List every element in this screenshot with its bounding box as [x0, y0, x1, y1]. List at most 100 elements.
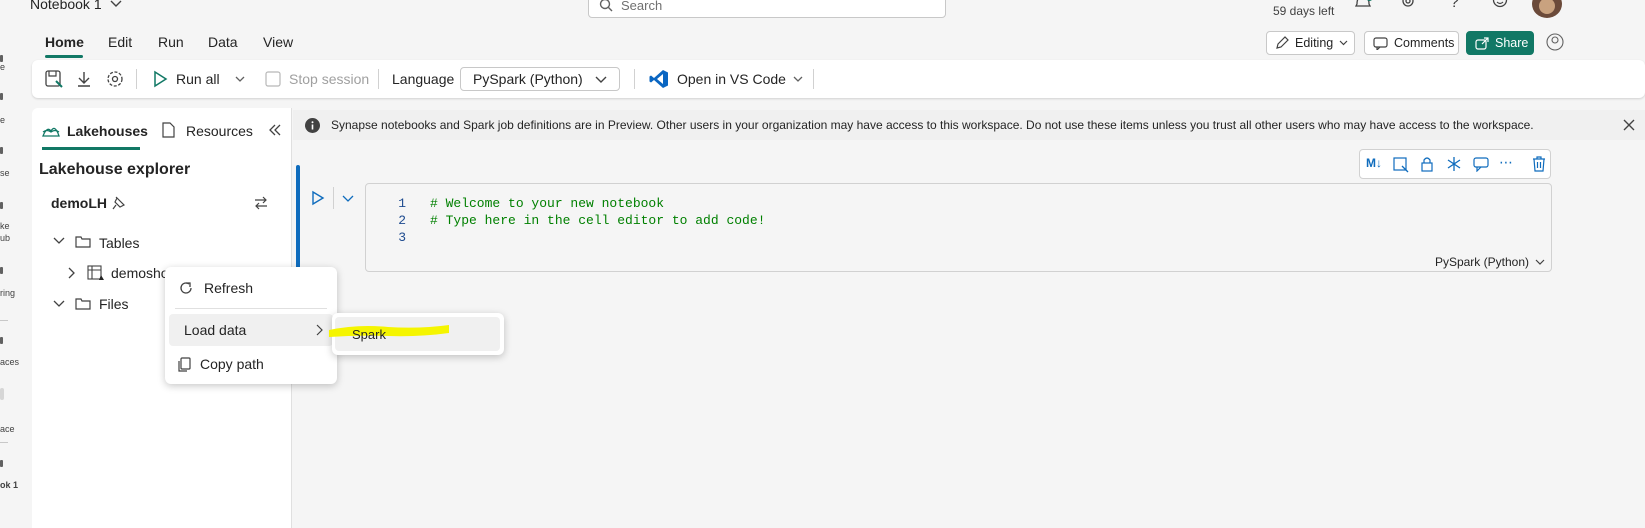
tab-resources[interactable]: Resources: [186, 123, 253, 139]
tree-item-table[interactable]: demosho: [111, 265, 169, 281]
feedback-smiley-icon[interactable]: [1492, 0, 1508, 10]
run-all-label: Run all: [176, 71, 220, 87]
code-line[interactable]: # Welcome to your new notebook: [430, 196, 664, 211]
rail-icon[interactable]: [0, 267, 3, 274]
rail-label: e: [0, 62, 6, 72]
tab-edit[interactable]: Edit: [108, 34, 132, 50]
chevron-down-icon[interactable]: [342, 195, 354, 203]
left-nav-rail: e e se ke ub ring aces ace ok 1: [0, 0, 32, 528]
stop-session-button[interactable]: Stop session: [265, 60, 369, 98]
rail-divider: [0, 320, 8, 321]
rail-icon[interactable]: [0, 93, 3, 100]
refresh-label: Refresh: [204, 280, 254, 296]
tab-lakehouses[interactable]: Lakehouses: [67, 123, 148, 139]
context-menu: Refresh Load data Copy path: [165, 267, 337, 384]
rail-label: ub: [0, 233, 11, 243]
switch-lakehouse-icon[interactable]: [254, 196, 268, 210]
vscode-icon: [649, 69, 669, 89]
table-icon: [87, 265, 105, 281]
lakehouse-tab-icon: [42, 122, 60, 138]
menu-item-refresh[interactable]: Refresh: [169, 272, 333, 304]
refresh-icon: [178, 280, 194, 296]
gear-icon[interactable]: [1400, 0, 1416, 10]
tab-data[interactable]: Data: [208, 34, 238, 50]
active-tab-indicator: [45, 55, 83, 58]
ribbon-toolbar: Run all Stop session Language PySpark (P…: [32, 60, 1645, 98]
delete-trash-icon[interactable]: [1532, 156, 1546, 172]
vscode-dropdown-chevron-icon[interactable]: [793, 60, 803, 98]
rail-label: se: [0, 168, 10, 178]
cell-run-divider: [333, 187, 334, 209]
lock-icon[interactable]: [1420, 156, 1434, 172]
toolbar-separator: [634, 69, 635, 89]
avatar[interactable]: [1532, 0, 1562, 18]
rail-icon[interactable]: [0, 388, 4, 400]
play-icon: [152, 70, 168, 88]
folder-icon: [75, 235, 91, 248]
tab-view[interactable]: View: [263, 34, 293, 50]
editing-mode-button[interactable]: Editing: [1266, 31, 1355, 55]
download-icon[interactable]: [75, 60, 93, 98]
run-all-button[interactable]: Run all: [152, 60, 220, 98]
cell-focus-marker: [296, 165, 300, 270]
chevron-down-icon[interactable]: [110, 0, 122, 8]
rail-icon[interactable]: [0, 147, 3, 154]
rail-icon[interactable]: [0, 202, 3, 209]
more-options-icon[interactable]: ⋯: [1499, 154, 1514, 171]
toolbar-separator: [378, 69, 379, 89]
collaborators-icon[interactable]: [1546, 33, 1564, 51]
chevron-down-icon: [1339, 40, 1348, 46]
settings-gear-icon[interactable]: [106, 60, 124, 98]
load-data-label: Load data: [184, 322, 247, 338]
copy-path-label: Copy path: [200, 356, 264, 372]
help-icon[interactable]: ?: [1450, 0, 1459, 12]
trial-days-left: 59 days left: [1273, 4, 1335, 18]
collapse-panel-icon[interactable]: [269, 124, 281, 136]
cell-language-selector[interactable]: PySpark (Python): [1435, 255, 1545, 269]
freeze-icon[interactable]: [1446, 156, 1462, 172]
menu-item-load-data[interactable]: Load data: [169, 314, 333, 346]
line-number: 1: [398, 196, 406, 211]
comment-cell-icon[interactable]: [1473, 157, 1489, 172]
save-notebook-icon[interactable]: [44, 60, 64, 98]
notebook-title[interactable]: Notebook 1: [30, 0, 102, 12]
share-label: Share: [1495, 36, 1529, 50]
comments-button[interactable]: Comments: [1364, 31, 1459, 55]
markdown-toggle-icon[interactable]: M↓: [1366, 156, 1382, 170]
chevron-down-icon[interactable]: [53, 300, 65, 308]
chevron-down-icon[interactable]: [53, 237, 65, 245]
open-in-vscode-button[interactable]: Open in VS Code: [649, 60, 786, 98]
copy-icon: [178, 356, 192, 372]
line-number: 3: [398, 230, 406, 245]
bell-icon[interactable]: [1354, 0, 1373, 10]
run-all-dropdown-chevron-icon[interactable]: [235, 60, 245, 98]
close-icon[interactable]: [1623, 119, 1635, 131]
tree-item-tables[interactable]: Tables: [99, 235, 139, 251]
language-select[interactable]: PySpark (Python): [460, 67, 620, 91]
spark-label: Spark: [352, 327, 386, 342]
resources-tab-icon: [161, 122, 175, 138]
menu-divider: [175, 308, 327, 309]
yellow-highlight-annotation: [328, 320, 450, 340]
folder-icon: [75, 297, 91, 310]
rail-icon[interactable]: [0, 55, 3, 62]
tree-item-files[interactable]: Files: [99, 296, 129, 312]
lakehouse-name[interactable]: demoLH: [51, 195, 107, 211]
code-cell-editor[interactable]: 1 # Welcome to your new notebook 2 # Typ…: [365, 183, 1552, 272]
run-cell-button[interactable]: [311, 190, 325, 206]
menu-item-copy-path[interactable]: Copy path: [169, 348, 333, 380]
search-box[interactable]: Search: [588, 0, 946, 18]
tab-run[interactable]: Run: [158, 34, 184, 50]
search-icon: [599, 0, 613, 12]
code-line[interactable]: # Type here in the cell editor to add co…: [430, 213, 765, 228]
chevron-right-icon[interactable]: [68, 267, 76, 279]
tab-home[interactable]: Home: [45, 34, 84, 50]
search-input[interactable]: Search: [621, 0, 662, 13]
select-cell-icon[interactable]: [1393, 157, 1409, 173]
pin-icon[interactable]: [112, 196, 125, 210]
rail-icon[interactable]: [0, 460, 3, 467]
rail-icon[interactable]: [0, 337, 3, 344]
share-button[interactable]: Share: [1466, 31, 1534, 55]
cell-language-label: PySpark (Python): [1434, 255, 1529, 269]
language-label: Language: [392, 71, 455, 87]
